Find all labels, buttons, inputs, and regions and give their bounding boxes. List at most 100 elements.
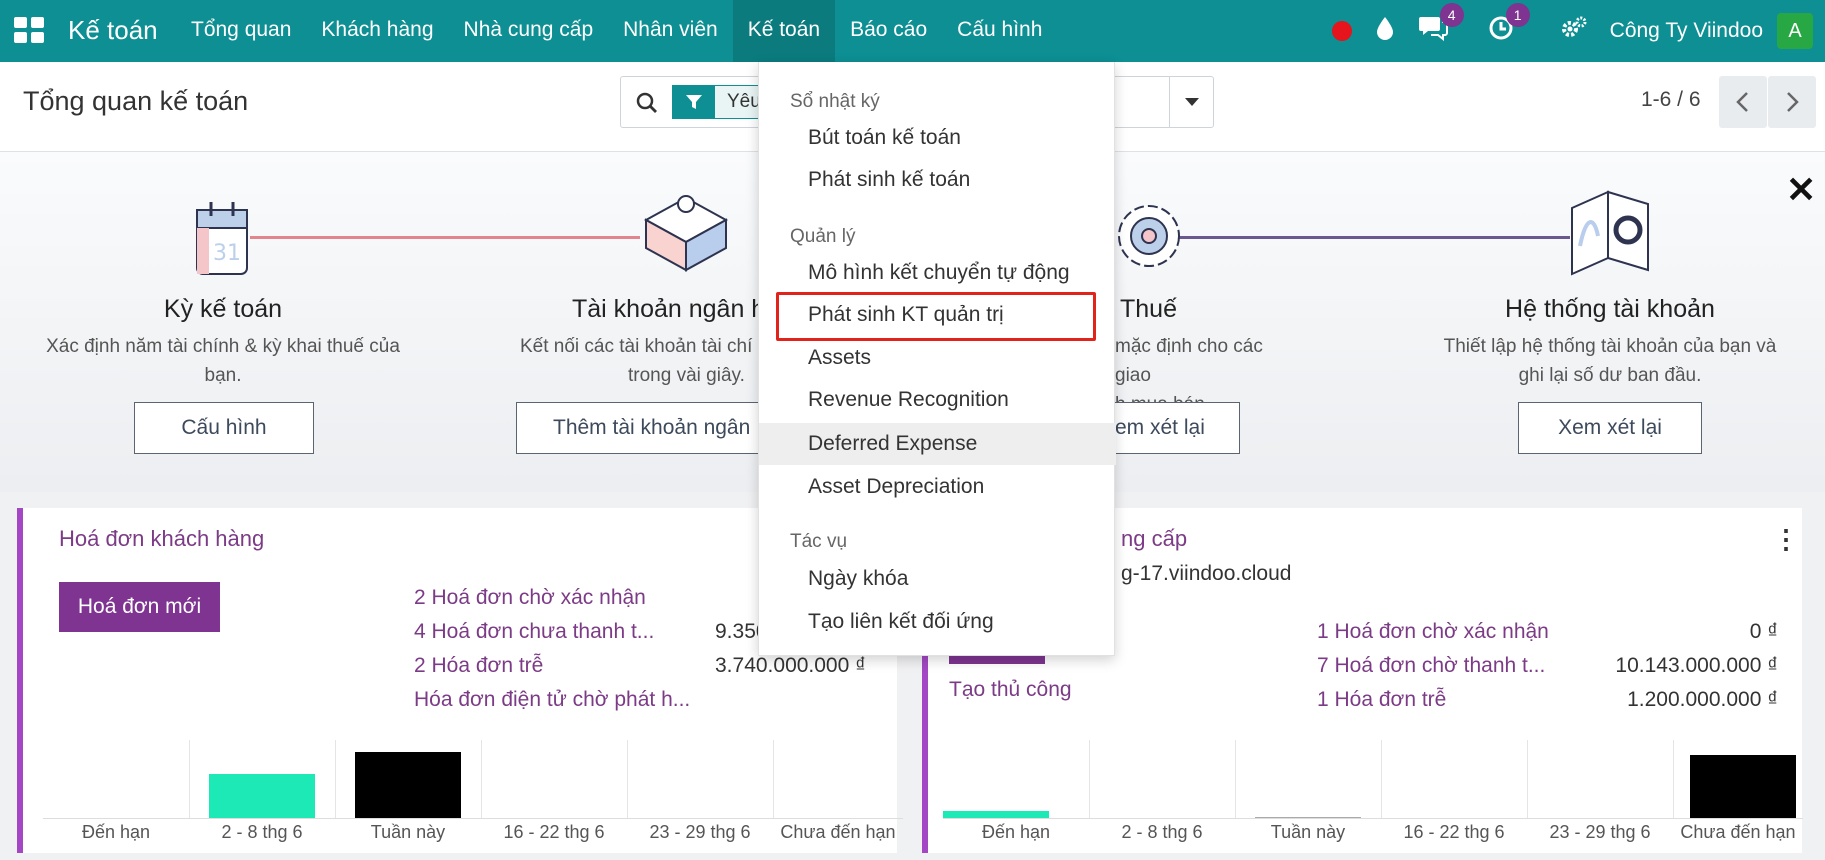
menu-nhan-vien[interactable]: Nhân viên <box>608 0 733 62</box>
settings-icon[interactable] <box>1560 15 1588 47</box>
graph-column <box>1673 740 1803 818</box>
menu-khach-hang[interactable]: Khách hàng <box>306 0 448 62</box>
graph-label: 23 - 29 thg 6 <box>1549 822 1651 842</box>
graph-column <box>1235 740 1381 818</box>
pager-value[interactable]: 1-6 / 6 <box>1641 88 1701 112</box>
graph-label: 2 - 8 thg 6 <box>1121 822 1203 842</box>
graph-bar[interactable] <box>209 774 315 818</box>
puzzle-icon <box>643 195 729 272</box>
main-menu: Tổng quan Khách hàng Nhà cung cấp Nhân v… <box>176 0 1057 62</box>
pager-next-button[interactable] <box>1768 76 1816 128</box>
to-validate-link[interactable]: 1 Hoá đơn chờ xác nhận <box>1317 620 1549 644</box>
graph-column <box>943 740 1089 818</box>
app-brand[interactable]: Kế toán <box>68 0 158 62</box>
gear-icon <box>1118 205 1180 267</box>
kebab-menu-icon[interactable]: ⋮ <box>1773 524 1799 555</box>
unpaid-link[interactable]: 4 Hoá đơn chưa thanh t... <box>414 620 654 644</box>
record-dot-icon[interactable] <box>1331 21 1352 41</box>
late-link[interactable]: 2 Hóa đơn trễ <box>414 654 543 678</box>
graph-label: Tuần này <box>370 822 446 842</box>
menu-item-create-reconciliation-link[interactable]: Tạo liên kết đối ứng <box>759 601 1116 643</box>
to-validate-link[interactable]: 2 Hoá đơn chờ xác nhận <box>414 586 646 610</box>
add-bank-account-button[interactable]: Thêm tài khoản ngân <box>516 402 765 454</box>
search-icon <box>636 92 657 113</box>
clock-icon[interactable]: 1 <box>1488 3 1530 47</box>
to-pay-link[interactable]: 7 Hoá đơn chờ thanh t... <box>1317 654 1545 678</box>
card-title[interactable]: ng cấp <box>1121 526 1187 552</box>
graph-bar[interactable] <box>943 811 1049 818</box>
graph-label: 23 - 29 thg 6 <box>649 822 751 842</box>
messages-badge: 4 <box>1439 3 1464 27</box>
progress-line <box>250 236 640 239</box>
page-title: Tổng quan kế toán <box>23 86 249 116</box>
caret-down-icon <box>1185 98 1199 106</box>
graph-bar[interactable] <box>1690 755 1796 818</box>
card-title[interactable]: Hoá đơn khách hàng <box>59 526 264 552</box>
graph-column <box>1381 740 1527 818</box>
menu-nha-cung-cap[interactable]: Nhà cung cấp <box>449 0 609 62</box>
menu-item-deferred-expense[interactable]: Deferred Expense <box>759 423 1116 465</box>
graph-baseline <box>943 818 1803 819</box>
aging-graph <box>943 740 1803 819</box>
step-title: Kỳ kế toán <box>163 295 283 323</box>
graph-column <box>627 740 773 818</box>
graph-column <box>773 740 903 818</box>
chart-of-accounts-icon <box>1571 190 1649 276</box>
menu-ke-toan[interactable]: Kế toán <box>732 0 836 62</box>
menu-item-asset-depreciation[interactable]: Asset Depreciation <box>759 466 1116 508</box>
search-options-toggle[interactable] <box>1169 76 1214 128</box>
late-amount: 1.200.000.000 ₫ <box>1627 688 1778 711</box>
step-description: Xác định năm tài chính & kỳ khai thuế củ… <box>46 336 400 386</box>
menu-tong-quan[interactable]: Tổng quan <box>176 0 306 62</box>
new-invoice-button[interactable]: Hoá đơn mới <box>59 582 220 632</box>
drop-icon[interactable] <box>1376 16 1394 46</box>
step-title: Thuế <box>1120 295 1177 323</box>
graph-column <box>335 740 481 818</box>
menu-bao-cao[interactable]: Báo cáo <box>835 0 942 62</box>
navbar-systray: 4 1 Công Ty Viindoo A <box>1320 0 1825 62</box>
graph-label: 16 - 22 thg 6 <box>503 822 605 842</box>
review-taxes-button[interactable]: em xét lại <box>1115 402 1240 454</box>
menu-item-lock-dates[interactable]: Ngày khóa <box>759 558 1116 600</box>
menu-item-journal-entries[interactable]: Bút toán kế toán <box>759 117 1116 159</box>
aging-graph <box>43 740 903 819</box>
top-navbar: Kế toán Tổng quan Khách hàng Nhà cung cấ… <box>0 0 1825 62</box>
graph-label: Đến hạn <box>81 822 151 842</box>
graph-baseline <box>43 818 903 819</box>
menu-item-journal-items[interactable]: Phát sinh kế toán <box>759 159 1116 201</box>
graph-column <box>481 740 627 818</box>
menu-item-revenue-recognition[interactable]: Revenue Recognition <box>759 379 1116 421</box>
progress-line <box>1175 236 1570 239</box>
menu-cau-hinh[interactable]: Cấu hình <box>942 0 1057 62</box>
to-pay-amount: 10.143.000.000 ₫ <box>1615 654 1778 677</box>
graph-label: Tuần này <box>1270 822 1346 842</box>
section-header-actions: Tác vụ <box>790 531 848 552</box>
graph-column <box>1089 740 1235 818</box>
graph-label: 16 - 22 thg 6 <box>1403 822 1505 842</box>
close-icon[interactable]: ✕ <box>1786 172 1816 208</box>
menu-item-auto-transfer-models[interactable]: Mô hình kết chuyển tự động <box>759 252 1116 294</box>
filter-icon <box>673 86 715 118</box>
create-manually-link[interactable]: Tạo thủ công <box>949 678 1072 702</box>
card-subtitle: g-17.viindoo.cloud <box>1121 562 1292 585</box>
late-link[interactable]: 1 Hóa đơn trễ <box>1317 688 1446 712</box>
review-accounts-button[interactable]: Xem xét lại <box>1518 402 1702 454</box>
graph-bar[interactable] <box>355 752 461 818</box>
pager-previous-button[interactable] <box>1719 76 1767 128</box>
svg-text:31: 31 <box>213 241 241 266</box>
section-header-journals: Sổ nhật ký <box>790 91 880 112</box>
menu-item-assets[interactable]: Assets <box>759 337 1116 379</box>
e-invoice-link[interactable]: Hóa đơn điện tử chờ phát h... <box>414 688 690 712</box>
configure-fiscal-button[interactable]: Cấu hình <box>134 402 314 454</box>
user-avatar[interactable]: A <box>1777 13 1813 49</box>
activities-badge: 1 <box>1505 3 1530 27</box>
graph-column <box>1527 740 1673 818</box>
graph-label: Chưa đến hạn <box>780 822 896 842</box>
apps-grid-icon[interactable] <box>10 13 44 47</box>
calendar-icon: 31 <box>196 202 248 275</box>
chevron-left-icon <box>1736 92 1748 112</box>
chat-icon[interactable]: 4 <box>1418 3 1464 47</box>
step-title: Hệ thống tài khoản <box>1505 295 1715 323</box>
company-switcher[interactable]: Công Ty Viindoo <box>1610 19 1763 43</box>
step-description: Thiết lập hệ thống tài khoản của bạn và g… <box>1443 336 1777 386</box>
